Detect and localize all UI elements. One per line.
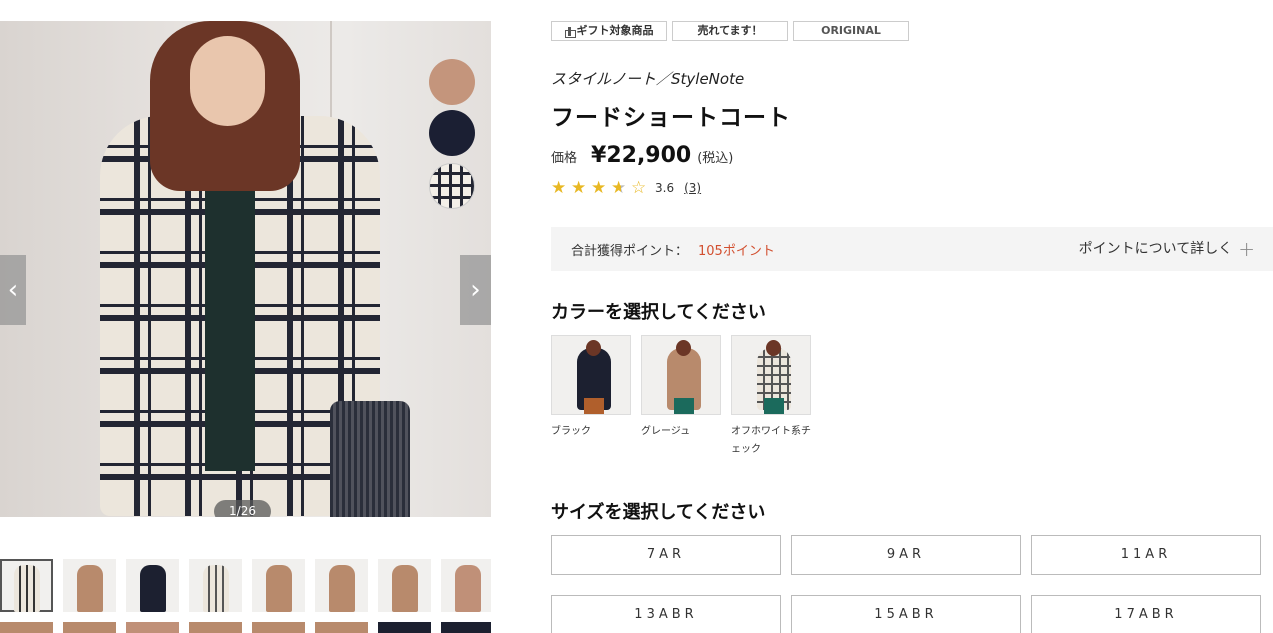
color-options: ブラック グレージュ オフホワイト系チェック (551, 335, 811, 459)
points-label: 合計獲得ポイント： (571, 243, 689, 259)
thumbnail-strip (0, 559, 491, 633)
rating-value: 3.6 (655, 181, 675, 195)
size-button-17abr[interactable]: 17ABR (1031, 595, 1261, 633)
tag-original: ORIGINAL (793, 21, 909, 41)
brand-name[interactable]: スタイルノート／StyleNote (551, 68, 744, 89)
rating-row: ★ ★ ★ ★ ☆ 3.6 (3) (551, 178, 701, 198)
thumbnail[interactable] (0, 559, 53, 612)
color-option-black[interactable]: ブラック (551, 335, 631, 459)
star-icon: ★ (591, 178, 607, 198)
color-image-greige (641, 335, 721, 415)
thumbnail[interactable] (252, 622, 305, 633)
color-option-greige[interactable]: グレージュ (641, 335, 721, 459)
color-option-offwhite-check[interactable]: オフホワイト系チェック (731, 335, 811, 459)
size-button-15abr[interactable]: 15ABR (791, 595, 1021, 633)
product-title: フードショートコート (551, 105, 791, 131)
points-link-label: ポイントについて詳しく (1078, 241, 1233, 257)
photo-face (190, 36, 265, 126)
thumbnail-figure (266, 565, 292, 612)
color-name: オフホワイト系チェック (731, 426, 811, 455)
image-counter: 1/26 (214, 500, 271, 517)
size-button-11ar[interactable]: 11AR (1031, 535, 1261, 575)
thumbnail-figure (203, 565, 229, 612)
gallery-prev-button[interactable]: ‹ (0, 255, 26, 325)
star-half-icon: ★ (611, 178, 631, 198)
photo-sweater (205, 171, 255, 471)
tag-gift: ギフト対象商品 (551, 21, 667, 41)
color-name: グレージュ (641, 426, 691, 437)
review-count-link[interactable]: (3) (684, 181, 701, 195)
swatch-black[interactable] (429, 110, 475, 156)
main-product-image[interactable]: ‹ › 1/26 (0, 21, 491, 517)
star-icon: ★ (551, 178, 567, 198)
thumbnail[interactable] (63, 622, 116, 633)
thumbnail-figure (392, 565, 418, 612)
chevron-left-icon: ‹ (7, 275, 19, 305)
thumbnail[interactable] (441, 559, 491, 612)
thumbnail-figure (77, 565, 103, 612)
size-section-title: サイズを選択してください (551, 502, 766, 523)
thumbnail-figure (14, 565, 40, 612)
price-label: 価格 (551, 151, 578, 166)
thumbnail[interactable] (441, 622, 491, 633)
thumbnail[interactable] (126, 622, 179, 633)
color-name: ブラック (551, 426, 591, 437)
thumbnail-figure (329, 565, 355, 612)
thumbnail[interactable] (63, 559, 116, 612)
thumbnail[interactable] (189, 622, 242, 633)
color-image-black (551, 335, 631, 415)
size-button-7ar[interactable]: 7AR (551, 535, 781, 575)
price-value: ¥22,900 (591, 143, 692, 168)
color-image-offwhite-check (731, 335, 811, 415)
thumbnail[interactable] (315, 559, 368, 612)
points-value: 105ポイント (698, 243, 775, 259)
tax-label: (税込) (697, 151, 734, 166)
star-empty-icon: ☆ (631, 178, 647, 198)
points-bar: 合計獲得ポイント： 105ポイント ポイントについて詳しく + (551, 227, 1273, 271)
product-tags: ギフト対象商品 売れてます！ ORIGINAL (551, 21, 909, 41)
thumbnail[interactable] (189, 559, 242, 612)
size-button-13abr[interactable]: 13ABR (551, 595, 781, 633)
star-icon: ★ (571, 178, 587, 198)
plus-icon: + (1238, 237, 1255, 261)
swatch-greige[interactable] (429, 59, 475, 105)
color-section-title: カラーを選択してください (551, 302, 766, 323)
swatch-offwhite-check[interactable] (429, 163, 475, 209)
thumbnail[interactable] (315, 622, 368, 633)
thumbnail-figure (140, 565, 166, 612)
tag-selling: 売れてます！ (672, 21, 788, 41)
thumbnail[interactable] (378, 622, 431, 633)
photo-bag (330, 401, 410, 517)
thumbnail[interactable] (378, 559, 431, 612)
thumbnail[interactable] (126, 559, 179, 612)
tag-gift-label: ギフト対象商品 (576, 24, 654, 37)
thumbnail[interactable] (0, 622, 53, 633)
chevron-right-icon: › (470, 275, 481, 305)
points-details-link[interactable]: ポイントについて詳しく + (1079, 227, 1255, 271)
price-row: 価格 ¥22,900 (税込) (551, 143, 733, 168)
gift-icon (564, 26, 576, 38)
thumbnail-figure (455, 565, 481, 612)
thumbnail[interactable] (252, 559, 305, 612)
gallery-next-button[interactable]: › (460, 255, 491, 325)
size-button-9ar[interactable]: 9AR (791, 535, 1021, 575)
